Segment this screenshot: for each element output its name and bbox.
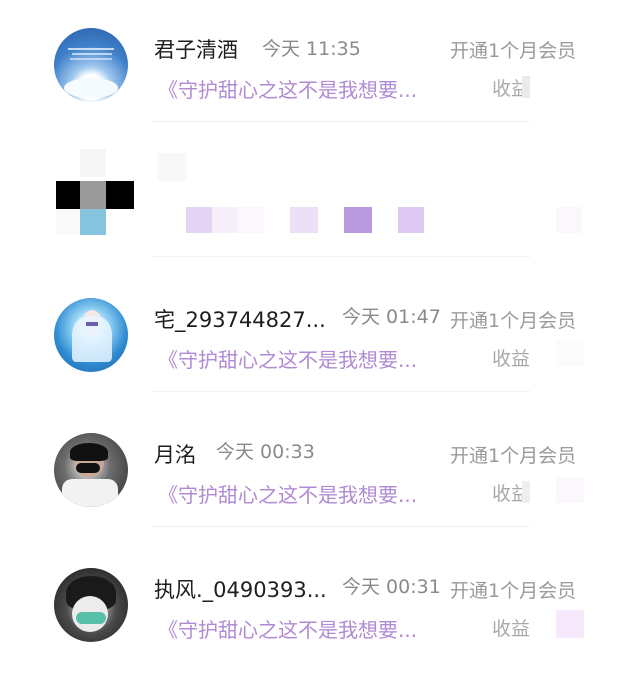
redacted-block — [186, 207, 212, 233]
redacted-block — [398, 207, 424, 233]
redacted-block — [290, 207, 318, 233]
income-label: 收益 — [492, 618, 531, 640]
divider — [152, 121, 530, 122]
action-text: 开通1个月会员 — [450, 580, 577, 602]
message-link[interactable]: 《守护甜心之这不是我想要... — [158, 344, 417, 373]
list-item[interactable]: 执风._0490393... 今天 00:31 开通1个月会员 《守护甜心之这不… — [0, 540, 640, 675]
redacted-block — [238, 207, 264, 233]
redacted-block — [556, 207, 582, 233]
list-item[interactable] — [0, 135, 640, 270]
redacted-block — [344, 207, 372, 233]
user-name: 君子清酒 — [154, 38, 238, 62]
redacted-block — [522, 76, 530, 98]
redacted-block — [556, 477, 584, 503]
message-link[interactable]: 《守护甜心之这不是我想要... — [158, 614, 417, 643]
redacted-block — [556, 610, 584, 638]
redacted-block — [56, 209, 80, 235]
avatar[interactable] — [54, 28, 128, 102]
action-text: 开通1个月会员 — [450, 40, 577, 62]
redacted-block — [522, 481, 530, 503]
avatar[interactable] — [54, 433, 128, 507]
list-item[interactable]: 宅_293744827... 今天 01:47 开通1个月会员 《守护甜心之这不… — [0, 270, 640, 405]
redacted-block — [80, 209, 106, 235]
user-name: 月洺 — [154, 443, 196, 467]
redacted-block — [80, 149, 106, 177]
message-link[interactable]: 《守护甜心之这不是我想要... — [158, 74, 417, 103]
avatar[interactable] — [54, 298, 128, 372]
timestamp: 今天 01:47 — [342, 306, 441, 328]
user-name: 宅_293744827... — [154, 308, 326, 332]
user-name: 执风._0490393... — [154, 578, 327, 602]
timestamp: 今天 00:31 — [342, 576, 441, 598]
avatar[interactable] — [54, 568, 128, 642]
redacted-block — [158, 153, 186, 181]
redacted-block — [212, 207, 238, 233]
list-item[interactable]: 君子清酒 今天 11:35 开通1个月会员 《守护甜心之这不是我想要... 收益 — [0, 0, 640, 135]
message-link[interactable]: 《守护甜心之这不是我想要... — [158, 479, 417, 508]
timestamp: 今天 00:33 — [216, 441, 315, 463]
purchase-notification-list: 君子清酒 今天 11:35 开通1个月会员 《守护甜心之这不是我想要... 收益… — [0, 0, 640, 669]
income-label: 收益 — [492, 348, 531, 370]
timestamp: 今天 11:35 — [262, 38, 361, 60]
redacted-block — [80, 181, 106, 209]
divider — [152, 256, 530, 257]
action-text: 开通1个月会员 — [450, 310, 577, 332]
divider — [152, 526, 530, 527]
action-text: 开通1个月会员 — [450, 445, 577, 467]
divider — [152, 391, 530, 392]
list-item[interactable]: 月洺 今天 00:33 开通1个月会员 《守护甜心之这不是我想要... 收益 — [0, 405, 640, 540]
redacted-block — [556, 340, 584, 366]
